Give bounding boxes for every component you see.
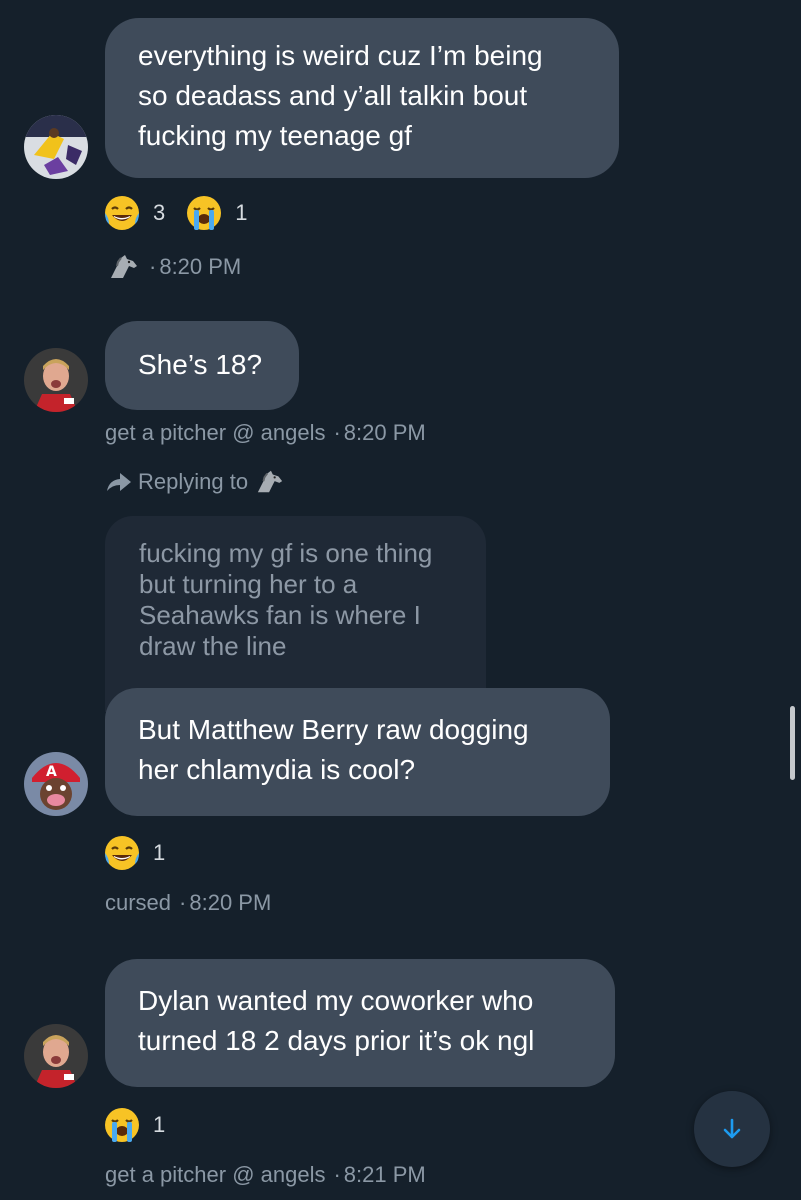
message-meta: get a pitcher @ angels · 8:20 PM bbox=[105, 420, 426, 446]
message-line: her chlamydia is cool? bbox=[138, 754, 416, 785]
timestamp: 8:21 PM bbox=[343, 1162, 426, 1187]
reaction-count: 1 bbox=[235, 200, 248, 225]
quoted-line: fucking my gf is one thing bbox=[139, 538, 433, 568]
avatar-image bbox=[24, 1024, 88, 1088]
separator-dot: · bbox=[149, 254, 157, 279]
quoted-message[interactable]: fucking my gf is one thing but turning h… bbox=[105, 516, 486, 712]
reaction-count: 3 bbox=[153, 200, 166, 225]
reactions-row: 3 1 bbox=[103, 194, 268, 232]
avatar[interactable]: A bbox=[24, 752, 88, 816]
separator-dot: · bbox=[333, 1162, 341, 1187]
scroll-to-bottom-button[interactable] bbox=[694, 1091, 770, 1167]
sender-name[interactable]: cursed bbox=[105, 890, 171, 915]
horse-icon bbox=[111, 255, 137, 278]
message-bubble[interactable]: But Matthew Berry raw dogging her chlamy… bbox=[105, 688, 610, 816]
message-meta: cursed · 8:20 PM bbox=[105, 890, 271, 916]
message-bubble[interactable]: Dylan wanted my coworker who turned 18 2… bbox=[105, 959, 615, 1087]
reaction-count: 1 bbox=[153, 1112, 166, 1137]
message-line: turned 18 2 days prior it’s ok ngl bbox=[138, 1025, 535, 1056]
sender-name[interactable]: get a pitcher @ angels bbox=[105, 420, 325, 445]
quoted-line: draw the line bbox=[139, 631, 287, 661]
reaction-count: 1 bbox=[153, 840, 166, 865]
reaction-pill[interactable]: 3 bbox=[103, 194, 165, 232]
quoted-line: but turning her to a bbox=[139, 569, 358, 599]
message-line: fucking my teenage gf bbox=[138, 120, 412, 151]
quoted-line: Seahawks fan is where I bbox=[139, 600, 421, 630]
reaction-pill[interactable]: 1 bbox=[103, 834, 165, 872]
arrow-down-icon bbox=[723, 1118, 741, 1139]
reaction-pill[interactable]: 1 bbox=[185, 194, 248, 232]
message-line: everything is weird cuz I’m being bbox=[138, 40, 543, 71]
avatar-image bbox=[24, 115, 88, 179]
message-line: Dylan wanted my coworker who bbox=[138, 985, 534, 1016]
avatar-image bbox=[24, 348, 88, 412]
avatar[interactable] bbox=[24, 1024, 88, 1088]
message-meta: · 8:20 PM bbox=[105, 252, 241, 282]
reply-arrow-icon bbox=[107, 473, 131, 491]
avatar[interactable] bbox=[24, 348, 88, 412]
svg-text:A: A bbox=[46, 764, 57, 780]
reaction-pill[interactable]: 1 bbox=[103, 1106, 165, 1144]
timestamp: 8:20 PM bbox=[189, 890, 272, 915]
message-bubble[interactable]: She’s 18? bbox=[105, 321, 299, 410]
avatar[interactable] bbox=[24, 115, 88, 179]
separator-dot: · bbox=[333, 420, 341, 445]
loudly-crying-face-icon bbox=[105, 1108, 139, 1142]
message-line: But Matthew Berry raw dogging bbox=[138, 714, 529, 745]
separator-dot: · bbox=[179, 890, 187, 915]
replying-to-row[interactable]: Replying to bbox=[104, 468, 286, 496]
scrollbar-thumb[interactable] bbox=[790, 706, 795, 780]
message-line: so deadass and y’all talkin bout bbox=[138, 80, 528, 111]
timestamp: 8:20 PM bbox=[343, 420, 426, 445]
loudly-crying-face-icon bbox=[187, 196, 222, 230]
timestamp: 8:20 PM bbox=[159, 254, 242, 279]
message-bubble[interactable]: everything is weird cuz I’m being so dea… bbox=[105, 18, 619, 178]
reactions-row: 1 bbox=[103, 1106, 185, 1144]
avatar-image: A bbox=[24, 752, 88, 816]
replying-to-label: Replying to bbox=[138, 469, 249, 494]
sender-name[interactable]: get a pitcher @ angels bbox=[105, 1162, 325, 1187]
horse-icon bbox=[257, 470, 283, 493]
message-meta: get a pitcher @ angels · 8:21 PM bbox=[105, 1162, 426, 1188]
face-with-tears-of-joy-icon bbox=[105, 196, 139, 230]
message-line: She’s 18? bbox=[138, 349, 263, 380]
face-with-tears-of-joy-icon bbox=[105, 836, 139, 870]
reactions-row: 1 bbox=[103, 834, 185, 872]
